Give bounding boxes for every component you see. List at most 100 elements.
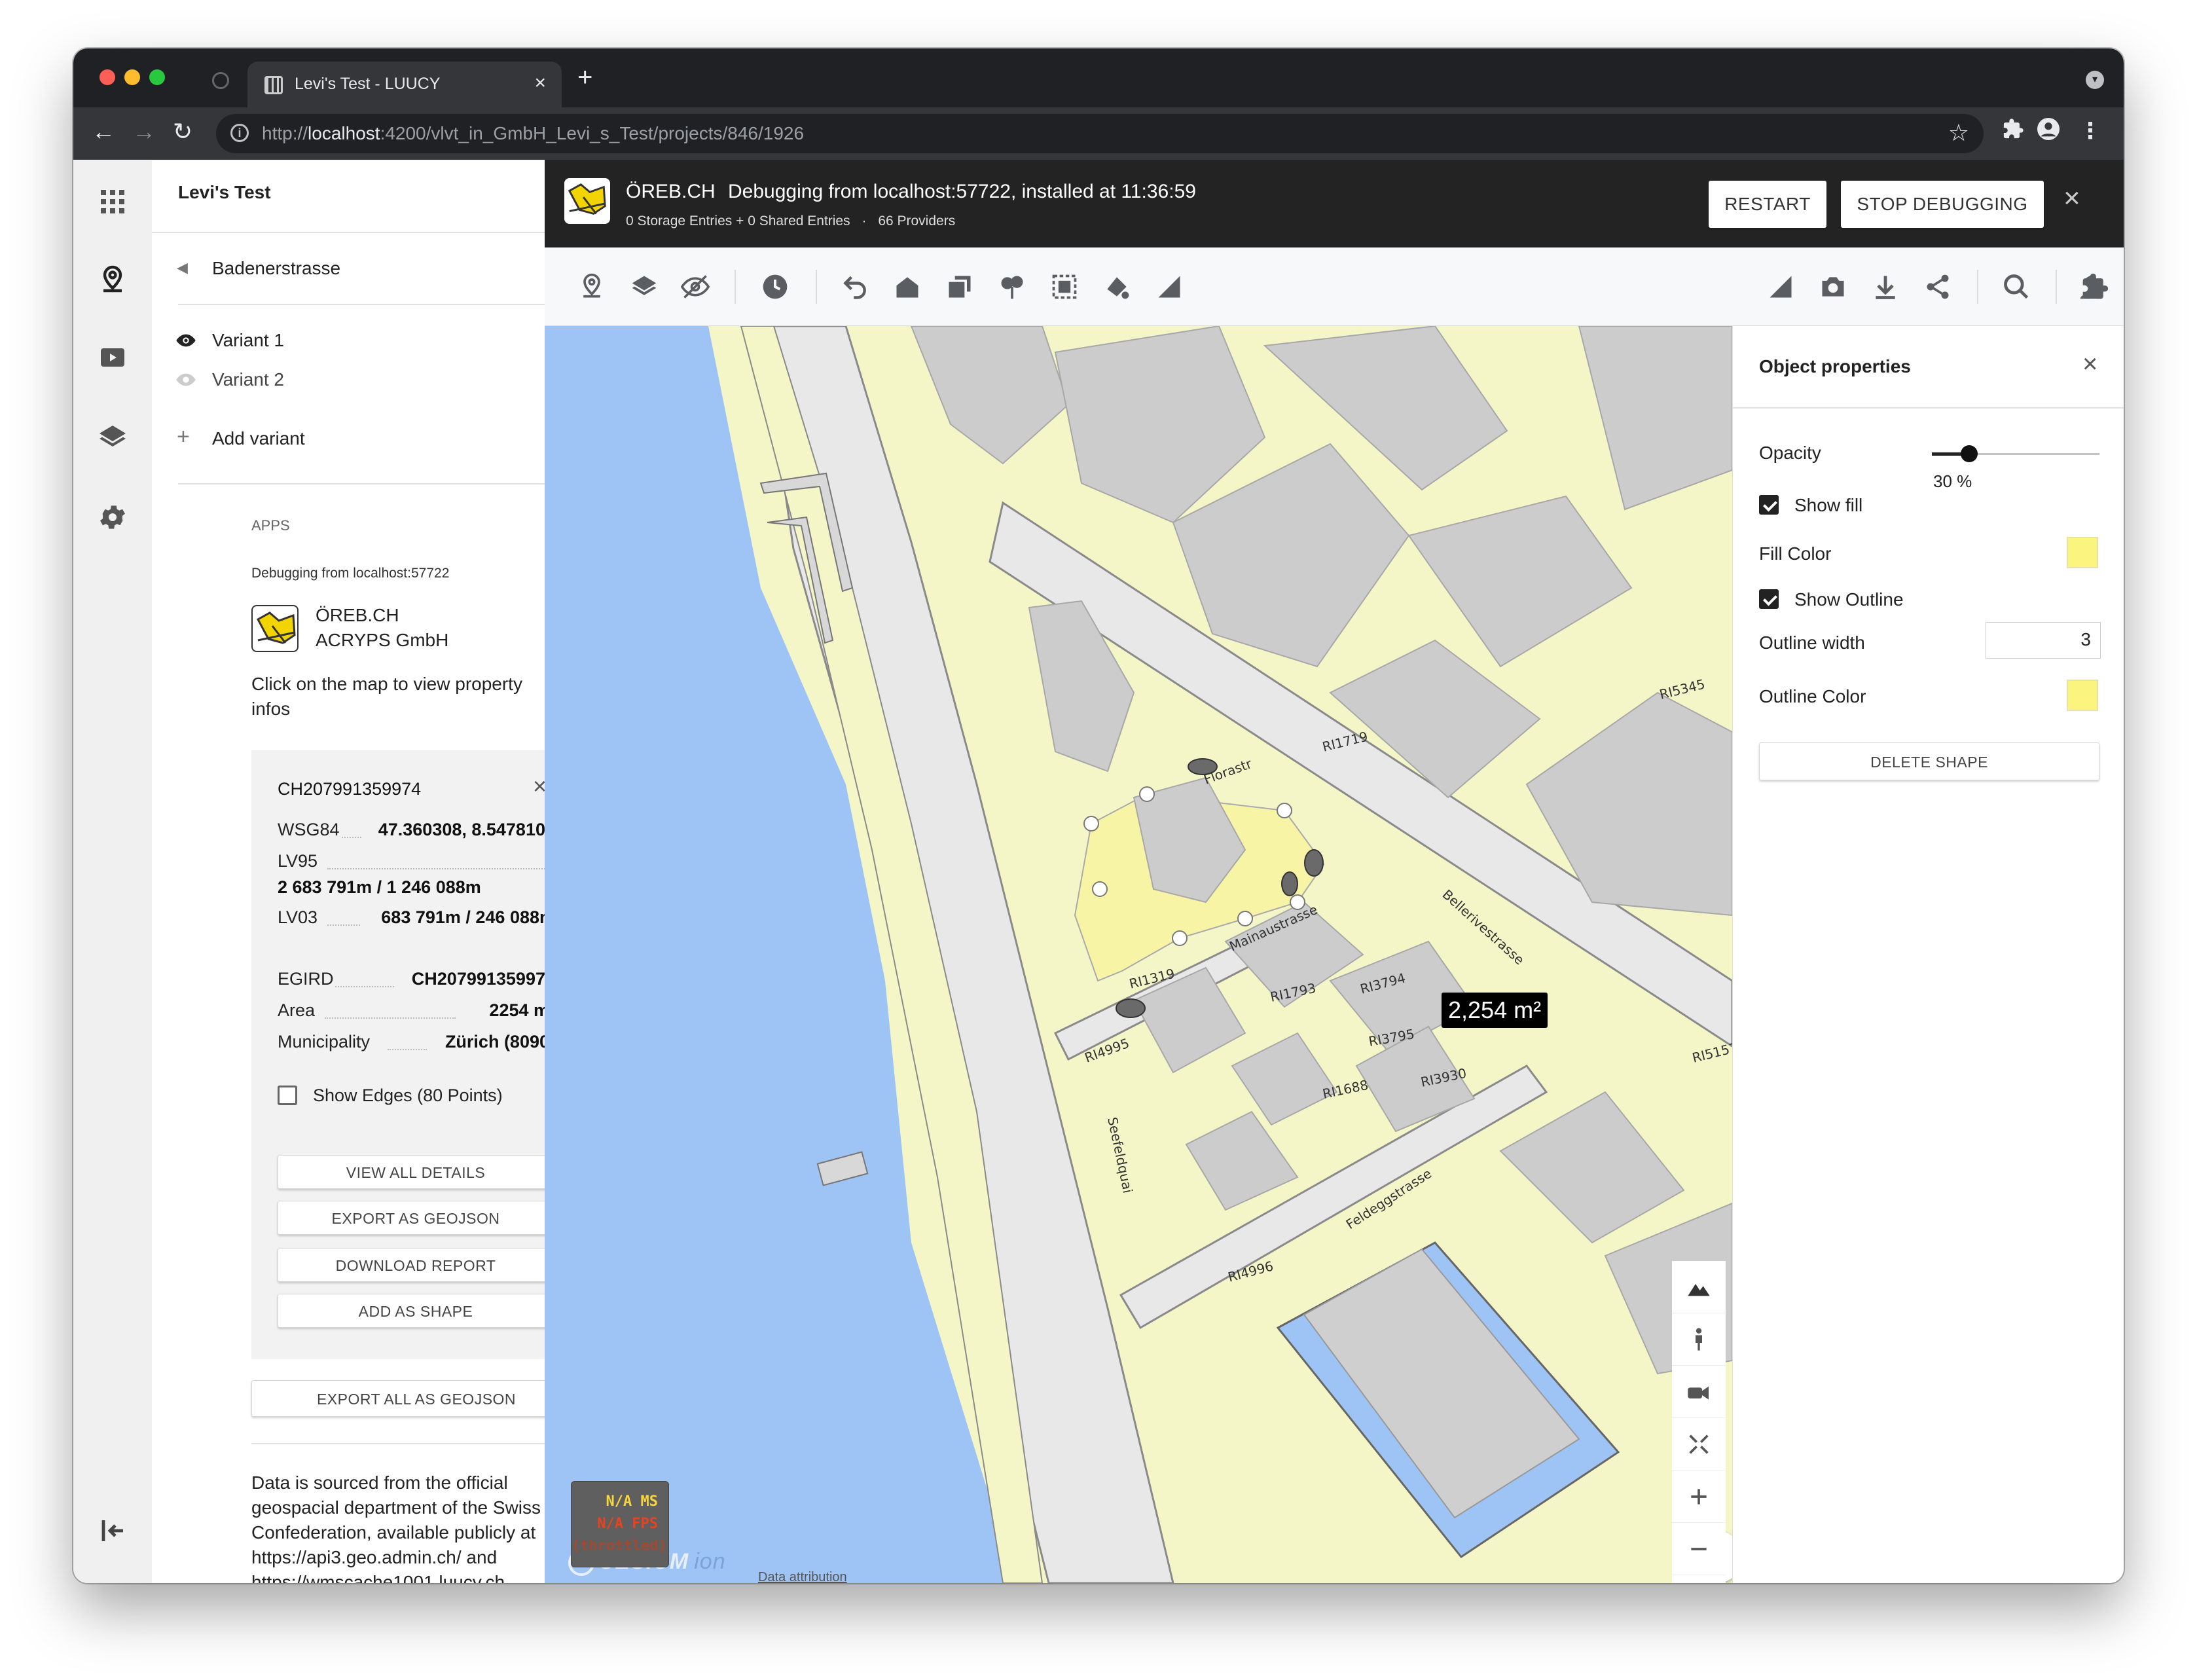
zoom-window-button[interactable] <box>149 69 165 85</box>
browser-tab-active[interactable]: Levi's Test - LUUCY × <box>247 62 562 107</box>
export-all-geojson-button[interactable]: EXPORT ALL AS GEOJSON <box>251 1380 581 1417</box>
location-name[interactable]: Badenerstrasse <box>212 258 340 279</box>
terrain-mountain-icon[interactable] <box>1672 1261 1726 1313</box>
camera-icon[interactable] <box>1819 272 1847 301</box>
browser-menu-icon[interactable]: ⋮ <box>2079 118 2101 144</box>
restart-button[interactable]: RESTART <box>1709 181 1826 228</box>
municipality-value: Zürich (8090) <box>445 1032 555 1051</box>
back-arrow-icon[interactable]: ← <box>92 118 115 145</box>
dotted-leader <box>342 837 361 838</box>
divider <box>251 1443 581 1444</box>
forward-arrow-icon[interactable]: → <box>132 118 156 145</box>
municipality-label: Municipality <box>278 1032 371 1051</box>
show-edges-checkbox[interactable] <box>278 1086 297 1105</box>
outline-color-swatch[interactable] <box>2067 680 2098 711</box>
export-geojson-button[interactable]: EXPORT AS GEOJSON <box>278 1201 554 1235</box>
account-icon[interactable] <box>2077 272 2105 301</box>
tab-close-icon[interactable]: × <box>534 72 546 94</box>
extensions-puzzle-icon[interactable] <box>2002 118 2024 146</box>
camera-orbit-icon[interactable] <box>1672 1366 1726 1418</box>
stop-debugging-button[interactable]: STOP DEBUGGING <box>1841 181 2044 228</box>
undo-icon[interactable] <box>841 272 869 301</box>
lv03-value: 683 791m / 246 088m <box>381 907 555 927</box>
fill-color-swatch[interactable] <box>2067 537 2098 568</box>
settings-gear-icon[interactable] <box>97 502 128 533</box>
presentation-icon[interactable] <box>97 343 128 374</box>
reload-icon[interactable]: ↻ <box>173 118 192 145</box>
measure-slope-icon[interactable] <box>1766 272 1795 301</box>
eye-visible-icon[interactable] <box>175 331 196 352</box>
tree-icon[interactable] <box>998 272 1026 301</box>
add-as-shape-button[interactable]: ADD AS SHAPE <box>278 1294 554 1328</box>
show-outline-checkbox[interactable] <box>1759 589 1779 609</box>
paint-icon[interactable] <box>1102 272 1131 301</box>
map-instruction: Click on the map to view property infos <box>251 674 522 719</box>
properties-title: Object properties <box>1759 356 1911 376</box>
apps-grid-icon[interactable] <box>97 186 128 217</box>
close-debug-icon[interactable]: × <box>2063 182 2080 215</box>
search-icon[interactable] <box>2002 272 2031 301</box>
profile-avatar-icon[interactable] <box>2037 118 2060 146</box>
close-window-button[interactable] <box>100 69 115 85</box>
clock-icon[interactable] <box>761 272 790 301</box>
plus-icon[interactable]: + <box>177 424 190 450</box>
slope-icon[interactable] <box>1155 272 1184 301</box>
new-tab-button[interactable]: + <box>577 63 592 92</box>
data-attribution-link[interactable]: Data attribution <box>758 1570 847 1583</box>
pedestrian-icon[interactable] <box>1672 1313 1726 1366</box>
show-outline-label[interactable]: Show Outline <box>1794 589 1904 610</box>
slider-thumb[interactable] <box>1960 445 1978 462</box>
browser-window: Levi's Test - LUUCY × + ▾ ← → ↻ i http:/… <box>73 48 2124 1583</box>
location-pin-icon[interactable] <box>577 272 606 301</box>
bookmark-star-icon[interactable]: ☆ <box>1948 119 1969 147</box>
tab-strip: Levi's Test - LUUCY × + ▾ <box>73 48 2124 107</box>
opacity-slider[interactable] <box>1932 444 2099 464</box>
map-viewport[interactable]: Seefeldquai Feldeggstrasse Bellerivestra… <box>545 326 1732 1583</box>
share-icon[interactable] <box>1923 272 1952 301</box>
eye-hidden-icon[interactable] <box>175 371 196 392</box>
debug-storage: 0 Storage Entries + 0 Shared Entries · 6… <box>626 213 956 228</box>
outline-width-value: 3 <box>2080 629 2091 649</box>
view-all-details-button[interactable]: VIEW ALL DETAILS <box>278 1155 554 1189</box>
download-icon[interactable] <box>1871 272 1900 301</box>
url-input[interactable]: i http://localhost:4200/vlvt_in_GmbH_Lev… <box>216 114 1984 153</box>
fps-fps: N/A FPS <box>597 1516 658 1532</box>
variant-2-label[interactable]: Variant 2 <box>212 369 284 390</box>
dotted-leader <box>335 986 394 987</box>
site-info-icon[interactable]: i <box>230 124 249 142</box>
show-fill-label[interactable]: Show fill <box>1794 495 1862 516</box>
zoom-in-button[interactable] <box>1672 1470 1726 1523</box>
layers-icon[interactable] <box>630 272 659 301</box>
location-pin-icon[interactable] <box>97 265 128 296</box>
visibility-off-icon[interactable] <box>680 272 710 301</box>
area-measure-label: 2,254 m² <box>1442 993 1548 1028</box>
show-edges-label[interactable]: Show Edges (80 Points) <box>313 1086 503 1106</box>
collapse-panel-icon[interactable] <box>97 1515 128 1546</box>
show-fill-checkbox[interactable] <box>1759 495 1779 515</box>
fit-extent-icon[interactable] <box>1672 1418 1726 1470</box>
outline-color-label: Outline Color <box>1759 686 1866 706</box>
dotted-leader <box>327 868 550 869</box>
minimize-window-button[interactable] <box>124 69 140 85</box>
building-icon[interactable] <box>893 272 922 301</box>
delete-shape-button[interactable]: DELETE SHAPE <box>1759 742 2099 780</box>
map-canvas[interactable]: Seefeldquai Feldeggstrasse Bellerivestra… <box>545 326 1732 1583</box>
back-chevron-icon[interactable]: ◀ <box>177 259 188 276</box>
debug-app-name: ÖREB.CH <box>626 181 716 202</box>
outline-width-input[interactable]: 3 <box>1986 622 2101 659</box>
egird-value: CH207991359974 <box>411 969 555 989</box>
download-report-button[interactable]: DOWNLOAD REPORT <box>278 1248 554 1282</box>
divider <box>178 304 571 305</box>
add-variant-button[interactable]: Add variant <box>212 428 305 449</box>
more-controls-icon[interactable] <box>1672 1575 1726 1583</box>
zoom-out-button[interactable] <box>1672 1523 1726 1575</box>
lv95-value: 2 683 791m / 1 246 088m <box>278 877 481 897</box>
variant-1-label[interactable]: Variant 1 <box>212 330 284 351</box>
close-properties-icon[interactable]: × <box>2082 350 2097 379</box>
area-label: Area <box>278 1000 316 1020</box>
layers-icon[interactable] <box>97 422 128 453</box>
tab-search-icon[interactable]: ▾ <box>2086 71 2104 89</box>
globe-icon[interactable] <box>212 72 229 89</box>
volume-icon[interactable] <box>945 272 974 301</box>
select-area-icon[interactable] <box>1050 272 1079 301</box>
